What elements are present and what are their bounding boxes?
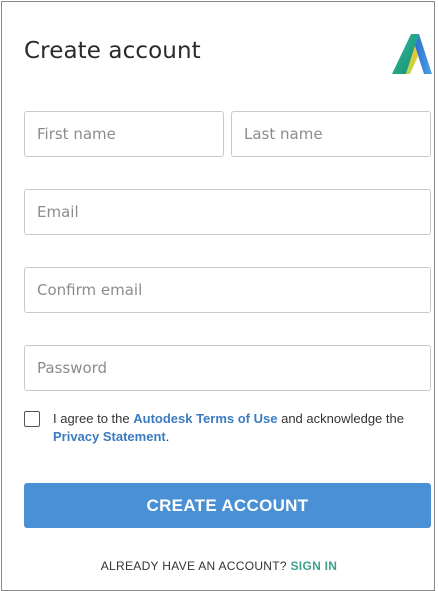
agreement-text-part: . bbox=[165, 429, 170, 444]
password-input[interactable] bbox=[24, 345, 431, 391]
signin-prompt: ALREADY HAVE AN ACCOUNT? SIGN IN bbox=[2, 559, 436, 573]
last-name-input[interactable] bbox=[231, 111, 431, 157]
agree-terms-checkbox[interactable] bbox=[24, 411, 40, 427]
confirm-email-input[interactable] bbox=[24, 267, 431, 313]
privacy-statement-link[interactable]: Privacy Statement bbox=[53, 429, 166, 444]
first-name-input[interactable] bbox=[24, 111, 224, 157]
agreement-text-part: I agree to the bbox=[53, 411, 134, 426]
create-account-button[interactable]: CREATE ACCOUNT bbox=[24, 483, 431, 528]
terms-of-use-link[interactable]: Autodesk Terms of Use bbox=[133, 411, 277, 426]
sign-in-link[interactable]: SIGN IN bbox=[291, 559, 338, 573]
create-account-card: Create account I agree to the Autodesk T… bbox=[1, 1, 435, 591]
email-input[interactable] bbox=[24, 189, 431, 235]
agreement-text: I agree to the Autodesk Terms of Use and… bbox=[53, 410, 425, 446]
autodesk-logo-icon bbox=[392, 34, 432, 74]
page-title: Create account bbox=[24, 38, 201, 64]
agreement-text-part: and acknowledge the bbox=[277, 411, 404, 426]
signin-prompt-text: ALREADY HAVE AN ACCOUNT? bbox=[100, 559, 291, 573]
